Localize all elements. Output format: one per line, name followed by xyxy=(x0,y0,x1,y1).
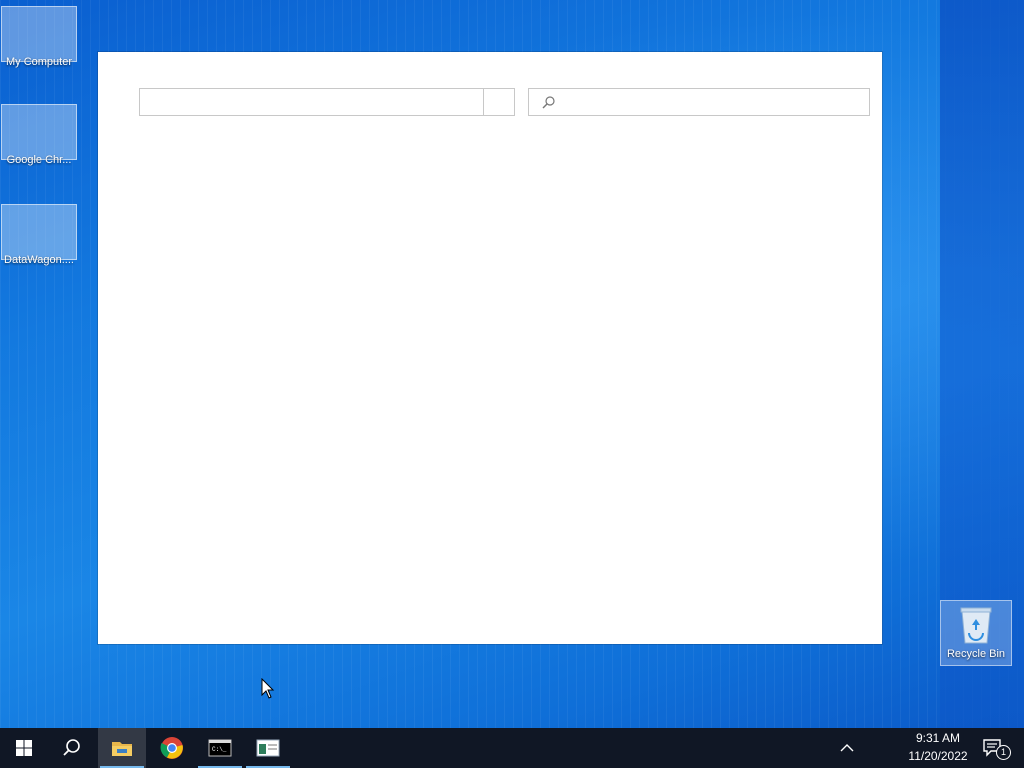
desktop-icon-label: My Computer xyxy=(5,56,73,68)
desktop-icon-datawagon[interactable]: DataWagon.... xyxy=(1,204,77,266)
taskbar-search-button[interactable] xyxy=(48,728,96,768)
desktop-icon-my-computer[interactable]: My Computer xyxy=(1,6,77,68)
shortcut-icon xyxy=(1,204,77,260)
desktop-icon-label: DataWagon.... xyxy=(4,254,74,266)
desktop-icon-recycle-bin[interactable]: Recycle Bin xyxy=(940,600,1012,666)
path-input[interactable] xyxy=(140,89,484,115)
mouse-cursor-icon xyxy=(261,678,275,699)
show-hidden-icons-button[interactable] xyxy=(834,728,860,768)
clock-date: 11/20/2022 xyxy=(908,749,968,763)
start-button[interactable] xyxy=(0,728,48,768)
windows-logo-icon xyxy=(16,740,32,756)
search-input[interactable] xyxy=(559,89,867,115)
desktop-icon-google-chrome[interactable]: Google Chr... xyxy=(1,104,77,166)
clock-time: 9:31 AM xyxy=(915,731,961,745)
taskbar-chrome[interactable] xyxy=(148,728,196,768)
taskbar-app-window[interactable] xyxy=(244,728,292,768)
taskbar: C:\_ xyxy=(0,728,1024,768)
path-field[interactable] xyxy=(139,88,515,116)
taskbar-file-explorer[interactable] xyxy=(98,728,146,768)
computer-icon xyxy=(1,6,77,62)
recycle-bin-icon xyxy=(960,607,992,644)
terminal-icon: C:\_ xyxy=(208,739,232,757)
window-icon xyxy=(256,739,280,757)
desktop-icon-label: Google Chr... xyxy=(6,154,72,166)
chrome-icon xyxy=(160,737,183,759)
search-field[interactable] xyxy=(528,88,870,116)
chrome-icon xyxy=(1,104,77,160)
action-center-button[interactable]: 1 xyxy=(980,728,1020,768)
svg-text:C:\_: C:\_ xyxy=(212,746,227,753)
recycle-bin-label: Recycle Bin xyxy=(946,648,1006,660)
taskbar-command-prompt[interactable]: C:\_ xyxy=(196,728,244,768)
notification-count-badge: 1 xyxy=(996,745,1011,760)
folder-icon xyxy=(112,742,132,756)
search-icon xyxy=(63,739,80,756)
path-dropdown-button[interactable] xyxy=(483,89,514,115)
taskbar-clock[interactable]: 9:31 AM 11/20/2022 xyxy=(896,729,980,767)
app-window xyxy=(98,52,882,644)
search-icon xyxy=(542,96,555,109)
